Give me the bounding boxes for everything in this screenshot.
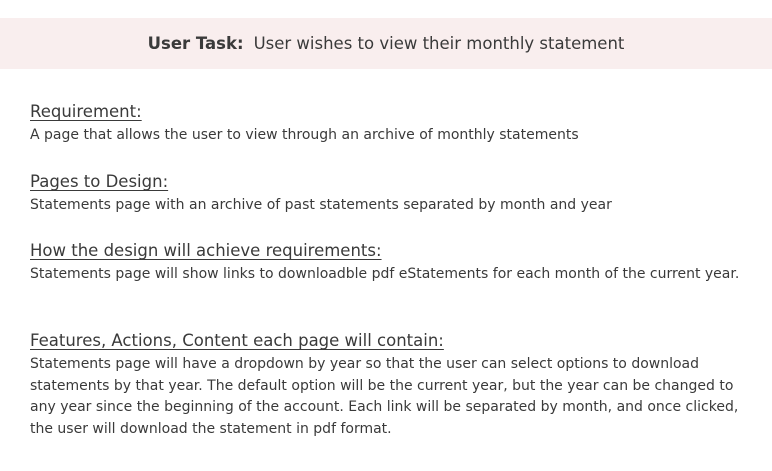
pages-to-design-body: Statements page with an archive of past … — [30, 197, 612, 213]
user-task-banner: User Task: User wishes to view their mon… — [0, 18, 772, 69]
design-approach-body: Statements page will show links to downl… — [30, 266, 740, 282]
design-approach-section: How the design will achieve requirements… — [30, 241, 755, 286]
requirement-heading: Requirement: — [30, 102, 142, 121]
features-body: Statements page will have a dropdown by … — [30, 356, 739, 437]
user-task-label: User Task: — [147, 34, 244, 53]
pages-to-design-heading: Pages to Design: — [30, 172, 169, 191]
requirement-section: Requirement: A page that allows the user… — [30, 102, 755, 147]
features-section: Features, Actions, Content each page wil… — [30, 331, 755, 440]
design-approach-heading: How the design will achieve requirements… — [30, 241, 382, 260]
requirement-body: A page that allows the user to view thro… — [30, 127, 579, 143]
user-task-text: User wishes to view their monthly statem… — [253, 34, 625, 53]
pages-to-design-section: Pages to Design: Statements page with an… — [30, 172, 755, 217]
features-heading: Features, Actions, Content each page wil… — [30, 331, 444, 350]
